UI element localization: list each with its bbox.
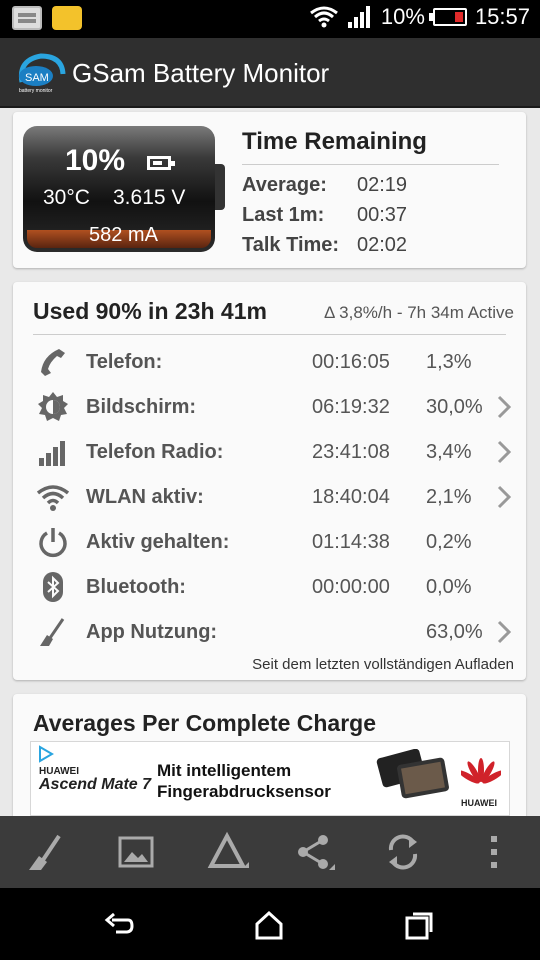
phone-icon xyxy=(41,349,65,376)
battery-card[interactable]: 10% 30°C 3.615 V 582 mA Time Remaining A… xyxy=(13,112,526,268)
power-icon xyxy=(39,528,67,558)
bottom-toolbar xyxy=(0,816,540,888)
usage-row-app-nutzung[interactable]: App Nutzung: 63,0% xyxy=(13,610,526,655)
app-title: GSam Battery Monitor xyxy=(72,58,330,88)
huawei-logo-text: HUAWEI xyxy=(461,798,497,808)
usage-row-wlan[interactable]: WLAN aktiv: 18:40:04 2,1% xyxy=(13,475,526,520)
clock: 15:57 xyxy=(474,4,530,29)
usage-row-name: App Nutzung: xyxy=(86,621,218,643)
battery-temperature: 30°C xyxy=(43,186,90,209)
usage-footer: Seit dem letzten vollständigen Aufladen xyxy=(252,656,514,673)
usage-row-name: WLAN aktiv: xyxy=(86,486,204,508)
gsam-logo-icon: SAM battery monitor xyxy=(18,53,66,94)
back-button[interactable] xyxy=(102,908,136,942)
usage-row-time: 01:14:38 xyxy=(312,531,390,553)
ad-headline-line: Fingerabdrucksensor xyxy=(157,782,331,801)
time-remaining-label: Last 1m: xyxy=(242,204,325,226)
usage-row-percent: 0,2% xyxy=(426,531,472,553)
ad-banner[interactable]: HUAWEI Ascend Mate 7 Mit intelligentem F… xyxy=(30,741,510,816)
time-remaining-label: Talk Time: xyxy=(242,234,340,256)
usage-row-percent: 3,4% xyxy=(426,441,472,463)
battery-status-icon xyxy=(428,8,467,26)
overflow-menu-button[interactable] xyxy=(470,828,518,876)
battery-voltage: 3.615 V xyxy=(113,186,186,209)
ad-headline-line: Mit intelligentem xyxy=(157,761,292,780)
wifi-status-icon xyxy=(309,6,338,28)
usage-card: Used 90% in 23h 41m Δ 3,8%/h - 7h 34m Ac… xyxy=(13,282,526,680)
usage-row-percent: 0,0% xyxy=(426,576,472,598)
usage-rate: Δ 3,8%/h - 7h 34m Active xyxy=(324,303,514,322)
app-bar: SAM battery monitor GSam Battery Monitor xyxy=(0,38,540,108)
usage-row-name: Bluetooth: xyxy=(86,576,186,598)
usage-row-percent: 30,0% xyxy=(426,396,483,418)
usage-row-aktiv-gehalten[interactable]: Aktiv gehalten: 01:14:38 0,2% xyxy=(13,520,526,565)
usage-row-name: Bildschirm: xyxy=(86,396,197,418)
usage-row-telefon-radio[interactable]: Telefon Radio: 23:41:08 3,4% xyxy=(13,430,526,475)
battery-percent: 10% xyxy=(65,144,126,177)
status-bar: 10% 15:57 xyxy=(0,0,540,38)
time-remaining-value: 02:02 xyxy=(357,234,408,256)
usage-row-time: 06:19:32 xyxy=(312,396,390,418)
chevron-right-icon[interactable] xyxy=(495,619,513,645)
usage-row-bildschirm[interactable]: Bildschirm: 06:19:32 30,0% xyxy=(13,385,526,430)
share-toolbar-button[interactable] xyxy=(289,828,337,876)
time-remaining-value: 00:37 xyxy=(357,204,408,226)
usage-row-name: Telefon: xyxy=(86,351,163,373)
brightness-icon xyxy=(38,392,68,421)
message-notification-icon xyxy=(12,6,42,30)
svg-text:SAM: SAM xyxy=(25,72,49,84)
refresh-toolbar-button[interactable] xyxy=(379,828,427,876)
app-notification-icon xyxy=(52,6,82,30)
usage-row-time: 00:00:00 xyxy=(312,576,390,598)
svg-text:battery monitor: battery monitor xyxy=(19,88,53,94)
usage-row-percent: 2,1% xyxy=(426,486,472,508)
chevron-right-icon[interactable] xyxy=(495,394,513,420)
system-nav-bar xyxy=(0,888,540,960)
usage-row-percent: 1,3% xyxy=(426,351,472,373)
broom-toolbar-button[interactable] xyxy=(21,828,69,876)
chevron-right-icon[interactable] xyxy=(495,484,513,510)
bluetooth-icon xyxy=(43,572,63,602)
signal-bars-icon xyxy=(39,441,65,466)
phone-image xyxy=(376,749,449,799)
battery-current: 582 mA xyxy=(89,224,158,246)
adchoices-icon[interactable] xyxy=(37,745,55,763)
divider xyxy=(33,334,506,335)
usage-row-percent: 63,0% xyxy=(426,621,483,643)
battery-mini-icon xyxy=(147,156,175,170)
time-remaining-label: Average: xyxy=(242,174,327,196)
ad-model: Ascend Mate 7 xyxy=(39,776,152,793)
battery-graphic: 10% 30°C 3.615 V 582 mA xyxy=(23,126,225,252)
usage-row-name: Telefon Radio: xyxy=(86,441,224,463)
wifi-icon xyxy=(37,485,69,511)
averages-title: Averages Per Complete Charge xyxy=(33,710,377,736)
ad-headline: Mit intelligentem Fingerabdrucksensor xyxy=(157,760,331,802)
battery-percent-status: 10% xyxy=(380,4,425,29)
signal-status-icon xyxy=(347,6,370,28)
time-remaining-title: Time Remaining xyxy=(242,128,427,155)
broom-icon xyxy=(40,618,65,646)
time-remaining-value: 02:19 xyxy=(357,174,408,196)
usage-row-telefon[interactable]: Telefon: 00:16:05 1,3% xyxy=(13,340,526,385)
huawei-logo-icon xyxy=(461,758,501,784)
usage-row-time: 18:40:04 xyxy=(312,486,390,508)
image-toolbar-button[interactable] xyxy=(112,828,160,876)
divider xyxy=(242,164,499,165)
usage-title: Used 90% in 23h 41m xyxy=(33,298,267,324)
usage-row-time: 00:16:05 xyxy=(312,351,390,373)
recent-apps-button[interactable] xyxy=(402,908,436,942)
delta-toolbar-button[interactable] xyxy=(203,828,251,876)
home-button[interactable] xyxy=(252,908,286,942)
usage-row-time: 23:41:08 xyxy=(312,441,390,463)
usage-row-name: Aktiv gehalten: xyxy=(86,531,230,553)
chevron-right-icon[interactable] xyxy=(495,439,513,465)
usage-row-bluetooth[interactable]: Bluetooth: 00:00:00 0,0% xyxy=(13,565,526,610)
